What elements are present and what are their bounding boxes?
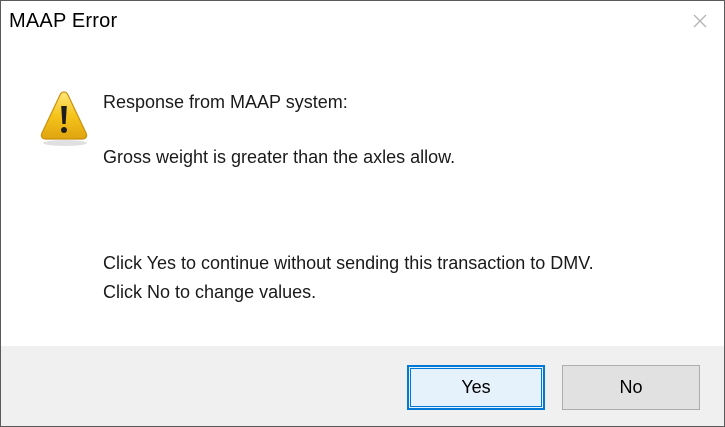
message-line-2: Gross weight is greater than the axles a… [103,147,456,167]
warning-icon [39,89,89,147]
no-button[interactable]: No [562,365,700,410]
close-icon [693,14,707,28]
title-bar[interactable]: MAAP Error [1,1,724,41]
message-line-4: Click No to change values. [103,282,317,302]
dialog-title: MAAP Error [9,10,118,32]
maap-error-dialog: MAAP Error Response from MAAP system: Gr [0,0,725,427]
message-line-1: Response from MAAP system: [103,92,348,112]
message-line-3: Click Yes to continue without sending th… [103,253,594,273]
close-button[interactable] [686,7,714,35]
yes-button[interactable]: Yes [407,365,545,410]
button-bar: Yes No [1,346,724,426]
